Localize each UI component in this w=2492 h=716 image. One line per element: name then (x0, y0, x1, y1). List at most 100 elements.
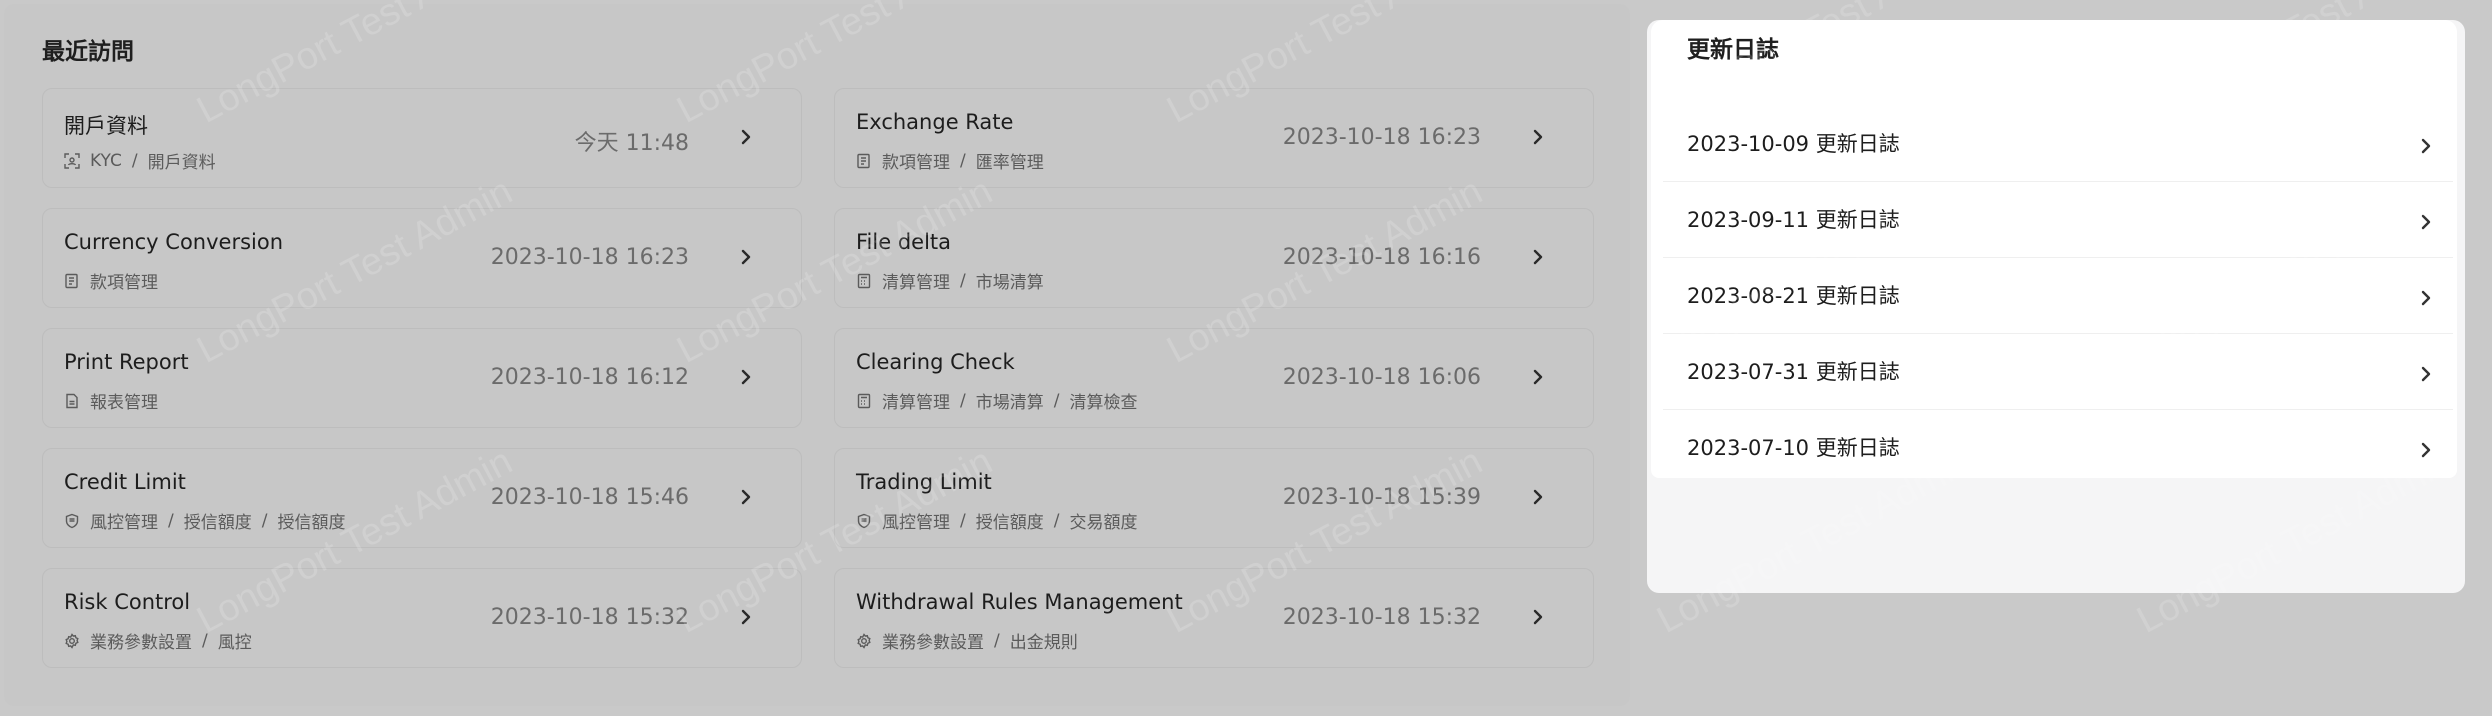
gear-icon (64, 632, 80, 649)
card-title: Clearing Check (856, 350, 1015, 374)
visit-time: 2023-10-18 15:32 (490, 605, 689, 630)
visit-time: 2023-10-18 16:16 (1282, 245, 1481, 270)
breadcrumb-segment: 授信額度 (277, 513, 346, 533)
breadcrumb-separator: / (960, 510, 966, 531)
recent-visit-card[interactable]: Exchange Rate 款項管理 / 匯率管理 2023-10-18 16:23 (834, 88, 1594, 188)
breadcrumb-segment: 款項管理 (90, 273, 158, 293)
card-title: 開戶資料 (64, 114, 148, 138)
chevron-right-icon (2419, 364, 2433, 384)
changelog-item-label: 2023-09-11 更新日誌 (1687, 208, 1900, 232)
recent-visits-title: 最近訪問 (42, 39, 134, 65)
breadcrumb-segment: 出金規則 (1009, 633, 1078, 653)
breadcrumb-segment: 清算管理 (882, 393, 950, 413)
chevron-right-icon[interactable] (1531, 127, 1545, 147)
breadcrumb-separator: / (960, 270, 966, 291)
chevron-right-icon[interactable] (1531, 487, 1545, 507)
kyc-scan-icon (64, 152, 80, 169)
changelog-item[interactable]: 2023-09-11 更新日誌 (1663, 182, 2453, 258)
card-breadcrumb: 清算管理 / 市場清算 (856, 268, 1044, 293)
breadcrumb-segment: 風控 (217, 633, 252, 653)
recent-visit-card[interactable]: Trading Limit 風控管理 / 授信額度 / 交易額度 2023-10-18 15… (834, 448, 1594, 548)
recent-visit-card[interactable]: File delta 清算管理 / 市場清算 2023-10-18 16:16 (834, 208, 1594, 308)
card-title: File delta (856, 230, 952, 254)
card-breadcrumb: 報表管理 (64, 388, 158, 413)
changelog-item-label: 2023-08-21 更新日誌 (1687, 284, 1900, 308)
visit-time: 2023-10-18 16:23 (490, 245, 689, 270)
card-title: Credit Limit (64, 470, 186, 494)
chevron-right-icon[interactable] (1531, 607, 1545, 627)
breadcrumb-segment: KYC (90, 150, 122, 171)
chevron-right-icon (2419, 288, 2433, 308)
breadcrumb-separator: / (168, 510, 174, 531)
breadcrumb-separator: / (131, 150, 138, 171)
breadcrumb-segment: 清算檢查 (1069, 393, 1138, 413)
breadcrumb-segment: 風控管理 (90, 513, 158, 533)
breadcrumb-segment: 匯率管理 (975, 153, 1044, 173)
breadcrumb-segment: 授信額度 (183, 513, 252, 533)
breadcrumb-segment: 開戶資料 (147, 153, 216, 173)
changelog-item[interactable]: 2023-10-09 更新日誌 (1663, 106, 2453, 182)
breadcrumb-segment: 市場清算 (975, 273, 1044, 293)
chevron-right-icon[interactable] (739, 247, 753, 267)
breadcrumb-separator: / (994, 630, 1000, 651)
card-breadcrumb: 風控管理 / 授信額度 / 授信額度 (64, 508, 345, 533)
visit-time: 2023-10-18 16:06 (1282, 365, 1481, 390)
recent-visit-card[interactable]: Credit Limit 風控管理 / 授信額度 / 授信額度 2023-10-18 15:… (42, 448, 802, 548)
changelog-item-label: 2023-10-09 更新日誌 (1687, 132, 1900, 156)
breadcrumb-segment: 報表管理 (90, 393, 158, 413)
changelog-item-label: 2023-07-10 更新日誌 (1687, 436, 1900, 460)
card-breadcrumb: 業務參數設置 / 出金規則 (856, 628, 1078, 653)
shield-icon (856, 513, 872, 529)
shield-icon (64, 513, 80, 529)
recent-visit-card[interactable]: Currency Conversion 款項管理 2023-10-18 16:23 (42, 208, 802, 308)
recent-visit-card[interactable]: Clearing Check 清算管理 / 市場清算 / 清算檢查 2023-10-18 1… (834, 328, 1594, 428)
chevron-right-icon[interactable] (739, 127, 753, 147)
chevron-right-icon[interactable] (1531, 247, 1545, 267)
changelog-item[interactable]: 2023-07-31 更新日誌 (1663, 334, 2453, 410)
card-breadcrumb: 款項管理 (64, 268, 158, 293)
visit-time: 2023-10-18 16:12 (490, 365, 689, 390)
changelog-list: 更新日誌 2023-10-09 更新日誌 2023-09-11 更新日誌 2023-… (1651, 20, 2457, 478)
recent-visits-panel: 最近訪問 開戶資料 KYC / 開戶資料 今天 11:48 Exchange Rate 款項… (4, 4, 1630, 706)
changelog-item[interactable]: 2023-07-10 更新日誌 (1663, 410, 2453, 486)
breadcrumb-separator: / (1053, 390, 1060, 411)
card-title: Trading Limit (856, 470, 992, 494)
recent-visit-card[interactable]: Print Report 報表管理 2023-10-18 16:12 (42, 328, 802, 428)
card-breadcrumb: KYC / 開戶資料 (64, 148, 216, 173)
card-breadcrumb: 業務參數設置 / 風控 (64, 628, 252, 653)
card-title: Print Report (64, 350, 189, 374)
recent-visit-card[interactable]: Risk Control 業務參數設置 / 風控 2023-10-18 15:32 (42, 568, 802, 668)
visit-time: 今天 11:48 (574, 131, 689, 156)
changelog-item-label: 2023-07-31 更新日誌 (1687, 360, 1900, 384)
visit-time: 2023-10-18 15:46 (490, 485, 689, 510)
chevron-right-icon[interactable] (739, 487, 753, 507)
visit-time: 2023-10-18 15:39 (1282, 485, 1481, 510)
chevron-right-icon (2419, 136, 2433, 156)
document-icon (64, 273, 80, 289)
changelog-title: 更新日誌 (1687, 37, 1779, 63)
card-breadcrumb: 款項管理 / 匯率管理 (856, 148, 1044, 173)
chevron-right-icon[interactable] (1531, 367, 1545, 387)
breadcrumb-segment: 款項管理 (882, 153, 950, 173)
card-title: Risk Control (64, 590, 191, 614)
breadcrumb-segment: 業務參數設置 (882, 633, 984, 653)
chevron-right-icon[interactable] (739, 367, 753, 387)
card-title: Withdrawal Rules Management (856, 590, 1183, 614)
card-title: Currency Conversion (64, 230, 284, 254)
changelog-panel: 更新日誌 2023-10-09 更新日誌 2023-09-11 更新日誌 2023-… (1647, 20, 2465, 593)
report-icon (64, 393, 80, 409)
recent-visit-card[interactable]: Withdrawal Rules Management 業務參數設置 / 出金規則 20… (834, 568, 1594, 668)
breadcrumb-separator: / (960, 390, 966, 411)
gear-icon (856, 632, 872, 649)
breadcrumb-separator: / (202, 630, 208, 651)
card-breadcrumb: 清算管理 / 市場清算 / 清算檢查 (856, 388, 1137, 413)
breadcrumb-segment: 清算管理 (882, 273, 950, 293)
changelog-item[interactable]: 2023-08-21 更新日誌 (1663, 258, 2453, 334)
chevron-right-icon[interactable] (739, 607, 753, 627)
recent-visit-card[interactable]: 開戶資料 KYC / 開戶資料 今天 11:48 (42, 88, 802, 188)
breadcrumb-separator: / (261, 510, 268, 531)
breadcrumb-separator: / (1053, 510, 1060, 531)
card-title: Exchange Rate (856, 110, 1014, 134)
visit-time: 2023-10-18 16:23 (1282, 125, 1481, 150)
document-icon (856, 153, 872, 169)
